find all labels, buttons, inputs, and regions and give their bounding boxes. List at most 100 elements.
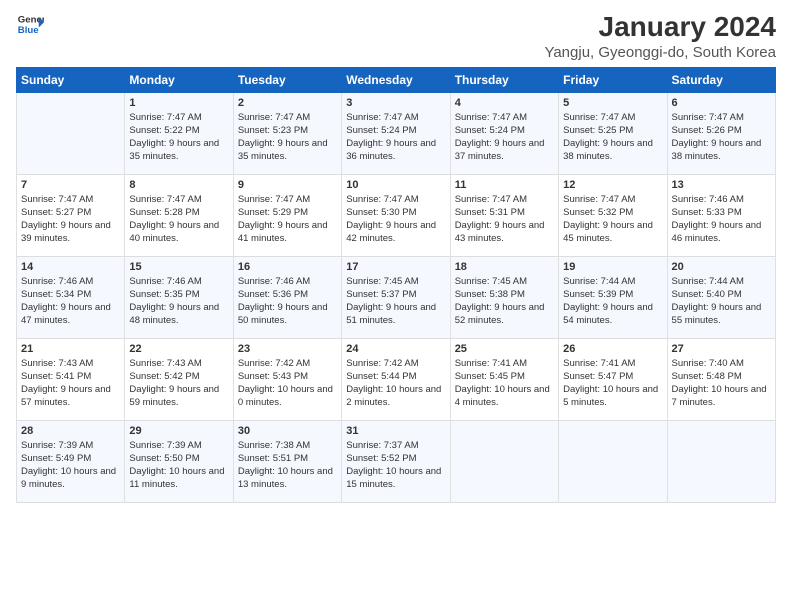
calendar-cell: 9Sunrise: 7:47 AMSunset: 5:29 PMDaylight… (233, 174, 341, 256)
calendar-cell: 1Sunrise: 7:47 AMSunset: 5:22 PMDaylight… (125, 92, 233, 174)
calendar-cell: 19Sunrise: 7:44 AMSunset: 5:39 PMDayligh… (559, 256, 667, 338)
calendar-week-row: 21 Sunrise: 7:43 AMSunset: 5:41 PMDayligh… (17, 338, 776, 420)
day-number: 27 (672, 343, 771, 355)
cell-details: Sunrise: 7:41 AMSunset: 5:47 PMDaylight:… (563, 357, 662, 410)
calendar-cell: 4Sunrise: 7:47 AMSunset: 5:24 PMDaylight… (450, 92, 558, 174)
cell-details: Sunrise: 7:45 AMSunset: 5:38 PMDaylight:… (455, 275, 554, 328)
col-wednesday: Wednesday (342, 67, 450, 92)
calendar-cell: 11 Sunrise: 7:47 AMSunset: 5:31 PMDayligh… (450, 174, 558, 256)
day-number: 2 (238, 97, 337, 109)
header-row: Sunday Monday Tuesday Wednesday Thursday… (17, 67, 776, 92)
cell-details: Sunrise: 7:43 AMSunset: 5:42 PMDaylight:… (129, 357, 228, 410)
day-number: 5 (563, 97, 662, 109)
day-number: 22 (129, 343, 228, 355)
day-number: 11 (455, 179, 554, 191)
calendar-cell: 29 Sunrise: 7:39 AMSunset: 5:50 PMDayligh… (125, 420, 233, 502)
cell-details: Sunrise: 7:44 AMSunset: 5:40 PMDaylight:… (672, 275, 771, 328)
calendar-cell: 23Sunrise: 7:42 AMSunset: 5:43 PMDayligh… (233, 338, 341, 420)
calendar-cell: 3 Sunrise: 7:47 AMSunset: 5:24 PMDaylight… (342, 92, 450, 174)
day-number: 24 (346, 343, 445, 355)
calendar-cell: 25Sunrise: 7:41 AMSunset: 5:45 PMDayligh… (450, 338, 558, 420)
cell-details: Sunrise: 7:42 AMSunset: 5:44 PMDaylight:… (346, 357, 445, 410)
cell-details: Sunrise: 7:39 AMSunset: 5:50 PMDaylight:… (129, 439, 228, 492)
day-number: 30 (238, 425, 337, 437)
col-friday: Friday (559, 67, 667, 92)
cell-details: Sunrise: 7:43 AMSunset: 5:41 PMDaylight:… (21, 357, 120, 410)
cell-details: Sunrise: 7:47 AMSunset: 5:23 PMDaylight:… (238, 111, 337, 164)
col-tuesday: Tuesday (233, 67, 341, 92)
cell-details: Sunrise: 7:45 AMSunset: 5:37 PMDaylight:… (346, 275, 445, 328)
day-number: 12 (563, 179, 662, 191)
cell-details: Sunrise: 7:47 AMSunset: 5:24 PMDaylight:… (346, 111, 445, 164)
day-number: 15 (129, 261, 228, 273)
cell-details: Sunrise: 7:47 AMSunset: 5:27 PMDaylight:… (21, 193, 120, 246)
calendar-cell: 15 Sunrise: 7:46 AMSunset: 5:35 PMDayligh… (125, 256, 233, 338)
day-number: 10 (346, 179, 445, 191)
logo: General Blue (16, 10, 44, 38)
calendar-cell: 5 Sunrise: 7:47 AMSunset: 5:25 PMDaylight… (559, 92, 667, 174)
calendar-cell: 21 Sunrise: 7:43 AMSunset: 5:41 PMDayligh… (17, 338, 125, 420)
cell-details: Sunrise: 7:46 AMSunset: 5:35 PMDaylight:… (129, 275, 228, 328)
day-number: 21 (21, 343, 120, 355)
cell-details: Sunrise: 7:47 AMSunset: 5:30 PMDaylight:… (346, 193, 445, 246)
calendar-cell: 13Sunrise: 7:46 AMSunset: 5:33 PMDayligh… (667, 174, 775, 256)
day-number: 28 (21, 425, 120, 437)
calendar-cell: 16 Sunrise: 7:46 AMSunset: 5:36 PMDayligh… (233, 256, 341, 338)
cell-details: Sunrise: 7:47 AMSunset: 5:29 PMDaylight:… (238, 193, 337, 246)
calendar-cell (450, 420, 558, 502)
day-number: 26 (563, 343, 662, 355)
day-number: 4 (455, 97, 554, 109)
cell-details: Sunrise: 7:44 AMSunset: 5:39 PMDaylight:… (563, 275, 662, 328)
calendar-week-row: 28 Sunrise: 7:39 AMSunset: 5:49 PMDayligh… (17, 420, 776, 502)
day-number: 31 (346, 425, 445, 437)
calendar-cell: 27 Sunrise: 7:40 AMSunset: 5:48 PMDayligh… (667, 338, 775, 420)
day-number: 29 (129, 425, 228, 437)
calendar-cell (667, 420, 775, 502)
calendar-cell: 2 Sunrise: 7:47 AMSunset: 5:23 PMDaylight… (233, 92, 341, 174)
calendar-cell: 14Sunrise: 7:46 AMSunset: 5:34 PMDayligh… (17, 256, 125, 338)
calendar-cell: 17 Sunrise: 7:45 AMSunset: 5:37 PMDayligh… (342, 256, 450, 338)
day-number: 16 (238, 261, 337, 273)
col-sunday: Sunday (17, 67, 125, 92)
cell-details: Sunrise: 7:40 AMSunset: 5:48 PMDaylight:… (672, 357, 771, 410)
day-number: 6 (672, 97, 771, 109)
calendar-cell: 28 Sunrise: 7:39 AMSunset: 5:49 PMDayligh… (17, 420, 125, 502)
calendar-body: 1Sunrise: 7:47 AMSunset: 5:22 PMDaylight… (17, 92, 776, 502)
cell-details: Sunrise: 7:46 AMSunset: 5:36 PMDaylight:… (238, 275, 337, 328)
cell-details: Sunrise: 7:47 AMSunset: 5:25 PMDaylight:… (563, 111, 662, 164)
col-monday: Monday (125, 67, 233, 92)
day-number: 8 (129, 179, 228, 191)
cell-details: Sunrise: 7:39 AMSunset: 5:49 PMDaylight:… (21, 439, 120, 492)
cell-details: Sunrise: 7:47 AMSunset: 5:31 PMDaylight:… (455, 193, 554, 246)
calendar-header: Sunday Monday Tuesday Wednesday Thursday… (17, 67, 776, 92)
day-number: 20 (672, 261, 771, 273)
calendar-week-row: 1Sunrise: 7:47 AMSunset: 5:22 PMDaylight… (17, 92, 776, 174)
page-subtitle: Yangju, Gyeonggi-do, South Korea (544, 44, 776, 61)
day-number: 23 (238, 343, 337, 355)
day-number: 3 (346, 97, 445, 109)
cell-details: Sunrise: 7:41 AMSunset: 5:45 PMDaylight:… (455, 357, 554, 410)
calendar-week-row: 7Sunrise: 7:47 AMSunset: 5:27 PMDaylight… (17, 174, 776, 256)
calendar-cell: 6 Sunrise: 7:47 AMSunset: 5:26 PMDaylight… (667, 92, 775, 174)
svg-text:Blue: Blue (18, 25, 39, 36)
calendar-cell: 18Sunrise: 7:45 AMSunset: 5:38 PMDayligh… (450, 256, 558, 338)
calendar-cell: 20 Sunrise: 7:44 AMSunset: 5:40 PMDayligh… (667, 256, 775, 338)
cell-details: Sunrise: 7:47 AMSunset: 5:26 PMDaylight:… (672, 111, 771, 164)
calendar-cell: 24 Sunrise: 7:42 AMSunset: 5:44 PMDayligh… (342, 338, 450, 420)
calendar-cell (559, 420, 667, 502)
calendar-cell: 22 Sunrise: 7:43 AMSunset: 5:42 PMDayligh… (125, 338, 233, 420)
calendar-cell: 12Sunrise: 7:47 AMSunset: 5:32 PMDayligh… (559, 174, 667, 256)
logo-icon: General Blue (16, 10, 44, 38)
cell-details: Sunrise: 7:46 AMSunset: 5:33 PMDaylight:… (672, 193, 771, 246)
cell-details: Sunrise: 7:38 AMSunset: 5:51 PMDaylight:… (238, 439, 337, 492)
calendar-cell (17, 92, 125, 174)
calendar-cell: 8Sunrise: 7:47 AMSunset: 5:28 PMDaylight… (125, 174, 233, 256)
title-block: January 2024 Yangju, Gyeonggi-do, South … (544, 10, 776, 61)
calendar-week-row: 14Sunrise: 7:46 AMSunset: 5:34 PMDayligh… (17, 256, 776, 338)
page-title: January 2024 (544, 10, 776, 44)
day-number: 1 (129, 97, 228, 109)
day-number: 17 (346, 261, 445, 273)
calendar-cell: 10 Sunrise: 7:47 AMSunset: 5:30 PMDayligh… (342, 174, 450, 256)
calendar-cell: 31Sunrise: 7:37 AMSunset: 5:52 PMDayligh… (342, 420, 450, 502)
col-saturday: Saturday (667, 67, 775, 92)
